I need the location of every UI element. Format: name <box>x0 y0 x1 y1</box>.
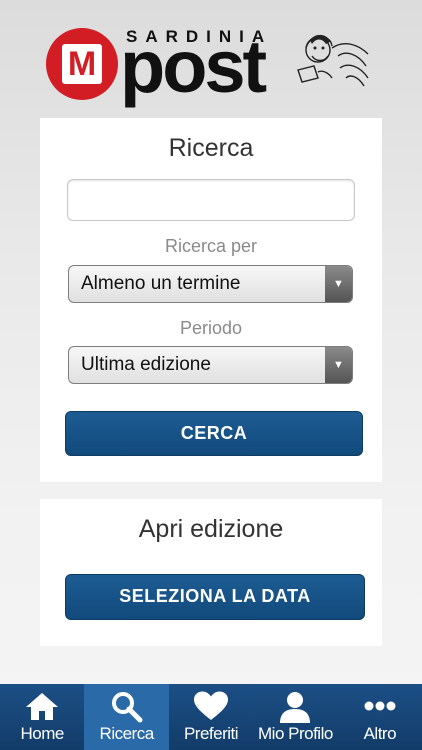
open-edition-card: Apri edizione SELEZIONA LA DATA <box>40 499 382 646</box>
period-value: Ultima edizione <box>81 354 211 375</box>
search-icon <box>111 692 143 723</box>
logo-post-text: post <box>120 25 267 108</box>
more-icon <box>364 701 396 711</box>
tab-favorites-label: Preferiti <box>183 724 239 743</box>
period-label: Periodo <box>179 318 243 338</box>
app-header: M SARDINIA post <box>0 0 422 110</box>
dropdown-arrow-icon: ▼ <box>325 266 352 302</box>
tab-home-label: Home <box>20 724 65 743</box>
select-date-button[interactable]: SELEZIONA LA DATA <box>65 574 365 620</box>
logo-m-letter: M <box>62 44 102 84</box>
tab-more[interactable]: Altro <box>338 684 422 750</box>
tab-favorites[interactable]: Preferiti <box>169 684 253 750</box>
search-by-label: Ricerca per <box>164 236 258 256</box>
tab-profile-label: Mio Profilo <box>258 724 333 743</box>
search-title: Ricerca <box>168 134 254 162</box>
tab-more-label: Altro <box>363 724 397 743</box>
dropdown-arrow-icon: ▼ <box>325 347 352 383</box>
user-icon <box>280 692 311 723</box>
period-select[interactable]: Ultima edizione ▼ <box>68 346 353 384</box>
open-edition-title: Apri edizione <box>138 515 284 543</box>
tab-search[interactable]: Ricerca <box>84 684 169 750</box>
home-icon <box>26 693 59 720</box>
bottom-tab-bar: Home Ricerca Preferiti Mio Profilo Altro <box>0 684 422 750</box>
search-input[interactable] <box>67 179 355 221</box>
logo-m-badge: M <box>46 28 118 100</box>
tab-profile[interactable]: Mio Profilo <box>253 684 337 750</box>
search-by-select[interactable]: Almeno un termine ▼ <box>68 265 353 303</box>
tab-search-label: Ricerca <box>99 724 155 743</box>
search-button[interactable]: CERCA <box>65 411 363 456</box>
search-by-value: Almeno un termine <box>81 273 241 294</box>
search-card: Ricerca Ricerca per Almeno un termine ▼ … <box>40 118 382 482</box>
heart-icon <box>194 691 229 720</box>
mascot-illustration-icon <box>297 34 369 87</box>
tab-home[interactable]: Home <box>0 684 84 750</box>
